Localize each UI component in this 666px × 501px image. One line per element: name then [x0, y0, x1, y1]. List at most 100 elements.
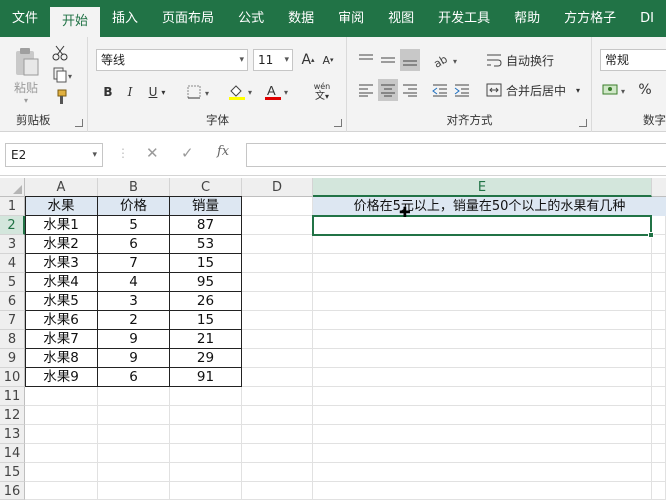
empty-cell[interactable] — [652, 311, 666, 330]
empty-cell[interactable] — [313, 425, 652, 444]
empty-cell[interactable] — [313, 482, 652, 500]
cell-e1-question[interactable]: 价格在5元以上，销量在50个以上的水果有几种 — [313, 197, 666, 216]
empty-cell[interactable] — [313, 349, 652, 368]
empty-cell[interactable] — [242, 254, 313, 273]
shrink-font-button[interactable]: A ▾ — [319, 49, 337, 71]
align-middle-button[interactable] — [378, 49, 398, 71]
align-center-button[interactable] — [378, 79, 398, 101]
row-header-6[interactable]: 6 — [0, 292, 25, 311]
empty-cell[interactable] — [25, 482, 98, 500]
column-header-e[interactable]: E — [313, 178, 652, 197]
alignment-launcher-icon[interactable] — [579, 119, 587, 127]
fill-handle[interactable] — [648, 232, 654, 238]
empty-cell[interactable] — [652, 387, 666, 406]
row-header-14[interactable]: 14 — [0, 444, 25, 463]
cell-b5[interactable]: 4 — [98, 273, 170, 292]
cell-a1[interactable]: 水果 — [25, 197, 98, 216]
column-header-d[interactable]: D — [242, 178, 313, 197]
tab-formulas[interactable]: 公式 — [226, 0, 276, 37]
tab-data[interactable]: 数据 — [276, 0, 326, 37]
row-header-13[interactable]: 13 — [0, 425, 25, 444]
empty-cell[interactable] — [242, 425, 313, 444]
empty-cell[interactable] — [242, 368, 313, 387]
empty-cell[interactable] — [242, 235, 313, 254]
borders-button[interactable]: ▾ — [185, 81, 215, 103]
italic-button[interactable]: I — [121, 81, 139, 103]
underline-button[interactable]: U ▾ — [143, 81, 171, 103]
cancel-entry-icon[interactable]: ✕ — [146, 144, 159, 162]
empty-cell[interactable] — [242, 406, 313, 425]
fill-color-button[interactable]: ▾ — [227, 81, 257, 103]
empty-cell[interactable] — [652, 216, 666, 235]
empty-cell[interactable] — [242, 463, 313, 482]
format-painter-button[interactable] — [50, 87, 70, 107]
empty-cell[interactable] — [98, 482, 170, 500]
empty-cell[interactable] — [652, 330, 666, 349]
row-header-10[interactable]: 10 — [0, 368, 25, 387]
cell-c5[interactable]: 95 — [170, 273, 242, 292]
cell-c9[interactable]: 29 — [170, 349, 242, 368]
percent-style-button[interactable]: % — [635, 79, 655, 101]
cell-b3[interactable]: 6 — [98, 235, 170, 254]
decrease-indent-button[interactable] — [430, 79, 450, 101]
cell-c1[interactable]: 销量 — [170, 197, 242, 216]
empty-cell[interactable] — [313, 368, 652, 387]
empty-cell[interactable] — [313, 463, 652, 482]
empty-cell[interactable] — [170, 406, 242, 425]
align-top-button[interactable] — [356, 49, 376, 71]
empty-cell[interactable] — [242, 311, 313, 330]
empty-cell[interactable] — [25, 444, 98, 463]
row-header-4[interactable]: 4 — [0, 254, 25, 273]
row-header-8[interactable]: 8 — [0, 330, 25, 349]
cell-a4[interactable]: 水果3 — [25, 254, 98, 273]
orientation-button[interactable]: ab ▾ — [432, 49, 462, 71]
empty-cell[interactable] — [25, 463, 98, 482]
empty-cell[interactable] — [313, 254, 652, 273]
copy-button[interactable]: ▾ — [50, 65, 78, 85]
cell-b1[interactable]: 价格 — [98, 197, 170, 216]
tab-file[interactable]: 文件 — [0, 0, 50, 37]
cell-c6[interactable]: 26 — [170, 292, 242, 311]
empty-cell[interactable] — [242, 387, 313, 406]
column-header-b[interactable]: B — [98, 178, 170, 197]
empty-cell[interactable] — [242, 216, 313, 235]
grow-font-button[interactable]: A ▴ — [299, 49, 317, 71]
cell-b9[interactable]: 9 — [98, 349, 170, 368]
increase-indent-button[interactable] — [452, 79, 472, 101]
row-header-15[interactable]: 15 — [0, 463, 25, 482]
cell-c3[interactable]: 53 — [170, 235, 242, 254]
confirm-entry-icon[interactable]: ✓ — [181, 144, 194, 162]
cell-a7[interactable]: 水果6 — [25, 311, 98, 330]
cell-c10[interactable]: 91 — [170, 368, 242, 387]
empty-cell[interactable] — [652, 235, 666, 254]
cell-b10[interactable]: 6 — [98, 368, 170, 387]
paste-button[interactable]: 粘贴 ▾ — [10, 45, 42, 107]
row-header-9[interactable]: 9 — [0, 349, 25, 368]
cut-button[interactable] — [50, 43, 70, 63]
tab-help[interactable]: 帮助 — [502, 0, 552, 37]
empty-cell[interactable] — [652, 425, 666, 444]
row-header-1[interactable]: 1 — [0, 197, 25, 216]
cell-c2[interactable]: 87 — [170, 216, 242, 235]
bold-button[interactable]: B — [99, 81, 117, 103]
cell-a9[interactable]: 水果8 — [25, 349, 98, 368]
empty-cell[interactable] — [25, 387, 98, 406]
empty-cell[interactable] — [98, 463, 170, 482]
cell-e2-selected[interactable] — [312, 215, 652, 236]
empty-cell[interactable] — [25, 406, 98, 425]
tab-review[interactable]: 审阅 — [326, 0, 376, 37]
empty-cell[interactable] — [98, 444, 170, 463]
empty-cell[interactable] — [242, 273, 313, 292]
empty-cell[interactable] — [313, 235, 652, 254]
row-header-7[interactable]: 7 — [0, 311, 25, 330]
insert-function-button[interactable]: fx — [217, 144, 229, 159]
empty-cell[interactable] — [98, 406, 170, 425]
empty-cell[interactable] — [242, 197, 313, 216]
row-header-3[interactable]: 3 — [0, 235, 25, 254]
empty-cell[interactable] — [98, 425, 170, 444]
tab-page-layout[interactable]: 页面布局 — [150, 0, 226, 37]
empty-cell[interactable] — [25, 425, 98, 444]
font-name-select[interactable]: 等线 ▾ — [96, 49, 248, 71]
merge-center-button[interactable]: 合并后居中 ▾ — [486, 79, 586, 101]
cell-a10[interactable]: 水果9 — [25, 368, 98, 387]
